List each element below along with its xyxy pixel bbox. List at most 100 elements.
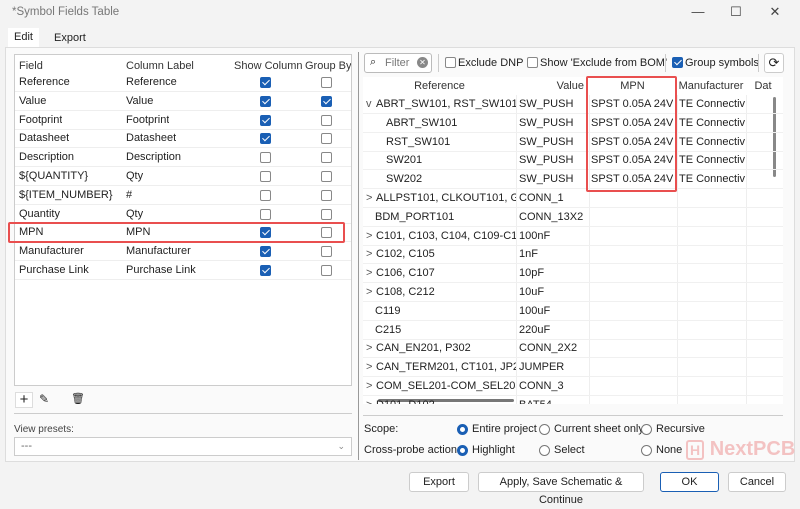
expand-toggle-icon[interactable]: >: [366, 189, 372, 208]
expand-toggle-icon[interactable]: >: [366, 227, 372, 246]
field-row[interactable]: Manufacturer Manufacturer: [15, 242, 351, 262]
grid-row[interactable]: > C101, C103, C104, C109-C118, C2100nF: [363, 227, 783, 246]
grid-header-manufacturer[interactable]: Manufacturer: [677, 77, 745, 96]
add-field-button[interactable]: +: [15, 392, 33, 408]
expand-toggle-icon[interactable]: >: [366, 377, 372, 396]
symbols-grid[interactable]: Reference Value MPN Manufacturer Dat ^ v…: [363, 77, 783, 404]
grid-row[interactable]: > C108, C212 10uF: [363, 283, 783, 302]
splitter[interactable]: [358, 52, 359, 460]
field-row[interactable]: Reference Reference: [15, 73, 351, 92]
export-button[interactable]: Export: [409, 472, 469, 492]
group-by-checkbox[interactable]: [321, 77, 332, 88]
cancel-button[interactable]: Cancel: [728, 472, 786, 492]
crossprobe-radio[interactable]: [457, 445, 468, 456]
column-label[interactable]: Purchase Link: [126, 261, 196, 280]
column-label[interactable]: Reference: [126, 73, 177, 92]
field-row[interactable]: Quantity Qty: [15, 205, 351, 224]
show-column-checkbox[interactable]: [260, 152, 271, 164]
grid-header-value[interactable]: Value: [516, 77, 588, 96]
column-label[interactable]: Value: [126, 92, 153, 111]
group-symbols-checkbox[interactable]: [672, 57, 683, 68]
show-column-checkbox[interactable]: [260, 246, 271, 258]
group-by-checkbox[interactable]: [321, 133, 332, 145]
field-row[interactable]: Value Value: [15, 92, 351, 111]
crossprobe-radio[interactable]: [539, 445, 550, 456]
column-label[interactable]: Footprint: [126, 111, 169, 130]
fields-table[interactable]: Field Column Label Show Column Group By …: [14, 54, 352, 386]
grid-row[interactable]: BDM_PORT101 CONN_13X2: [363, 208, 783, 227]
grid-row[interactable]: ABRT_SW101 SW_PUSH SPST 0.05A 24V TE Connec…: [363, 114, 783, 133]
minimize-button[interactable]: —: [688, 4, 708, 19]
column-label[interactable]: #: [126, 186, 132, 205]
tab-edit[interactable]: Edit: [8, 28, 39, 48]
grid-row[interactable]: C119 100uF: [363, 302, 783, 321]
delete-field-button[interactable]: 🗑: [71, 392, 85, 405]
show-column-checkbox[interactable]: [260, 171, 271, 182]
grid-row[interactable]: > CAN_TERM201, CT101, JP201, VEJUMPER: [363, 358, 783, 378]
group-by-checkbox[interactable]: [321, 114, 332, 126]
apply-save-button[interactable]: Apply, Save Schematic & Continue: [478, 472, 644, 506]
grid-header-datasheet[interactable]: Dat: [748, 77, 778, 96]
crossprobe-radio[interactable]: [641, 445, 652, 456]
scope-radio[interactable]: [641, 424, 652, 435]
maximize-button[interactable]: ☐: [726, 4, 746, 20]
edit-field-button[interactable]: ✎: [39, 392, 49, 406]
show-column-checkbox[interactable]: [260, 114, 271, 126]
field-row[interactable]: Purchase Link Purchase Link: [15, 261, 351, 280]
group-by-checkbox[interactable]: [321, 171, 332, 182]
expand-toggle-icon[interactable]: >: [366, 245, 372, 264]
field-row[interactable]: Footprint Footprint: [15, 111, 351, 130]
group-by-checkbox[interactable]: [321, 95, 332, 107]
column-label[interactable]: Description: [126, 148, 181, 167]
field-row[interactable]: Description Description: [15, 148, 351, 168]
grid-row[interactable]: > CAN_EN201, P302 CONN_2X2: [363, 339, 783, 359]
expand-toggle-icon[interactable]: >: [366, 358, 372, 377]
group-by-checkbox[interactable]: [321, 152, 332, 164]
field-row[interactable]: Datasheet Datasheet: [15, 129, 351, 149]
grid-row[interactable]: SW201SW_PUSHSPST 0.05A 24VTE Connectivit…: [363, 151, 783, 171]
show-excluded-checkbox[interactable]: [527, 57, 538, 68]
grid-row[interactable]: SW202SW_PUSHSPST 0.05A 24VTE Connectivit…: [363, 170, 783, 190]
group-by-checkbox[interactable]: [321, 246, 332, 258]
view-presets-select[interactable]: --- ⌄: [14, 437, 352, 456]
clear-filter-icon[interactable]: ✕: [417, 57, 428, 68]
reference-cell: C119: [375, 304, 401, 317]
column-label[interactable]: Qty: [126, 205, 143, 224]
show-column-checkbox[interactable]: [260, 265, 271, 276]
ok-button[interactable]: OK: [660, 472, 719, 492]
expand-toggle-icon[interactable]: >: [366, 283, 372, 302]
expand-toggle-icon[interactable]: v: [366, 95, 372, 114]
show-column-checkbox[interactable]: [260, 189, 271, 201]
refresh-icon[interactable]: ⟳: [764, 53, 784, 73]
column-label[interactable]: Qty: [126, 167, 143, 186]
grid-row[interactable]: RST_SW101 SW_PUSH SPST 0.05A 24V TE Connect…: [363, 133, 783, 152]
expand-toggle-icon[interactable]: >: [366, 396, 372, 404]
show-column-checkbox[interactable]: [260, 77, 271, 88]
column-label[interactable]: Manufacturer: [126, 242, 191, 261]
exclude-dnp-checkbox[interactable]: [445, 57, 456, 68]
grid-row[interactable]: > COM_SEL201-COM_SEL203 CONN_3: [363, 377, 783, 396]
value-cell: SW_PUSH: [519, 173, 574, 186]
grid-row[interactable]: > C106, C107 10pF: [363, 264, 783, 284]
close-button[interactable]: ✕: [765, 4, 785, 20]
show-column-checkbox[interactable]: [260, 133, 271, 145]
scope-radio[interactable]: [539, 424, 550, 435]
show-column-checkbox[interactable]: [260, 208, 271, 220]
filter-input[interactable]: ⌕ Filter ✕: [364, 53, 432, 73]
grid-row[interactable]: > C102, C105 1nF: [363, 245, 783, 265]
group-by-checkbox[interactable]: [321, 265, 332, 276]
field-row[interactable]: ${ITEM_NUMBER} #: [15, 186, 351, 205]
column-label[interactable]: Datasheet: [126, 129, 176, 148]
field-row[interactable]: ${QUANTITY} Qty: [15, 167, 351, 186]
expand-toggle-icon[interactable]: >: [366, 264, 372, 283]
show-column-checkbox[interactable]: [260, 95, 271, 107]
group-by-checkbox[interactable]: [321, 189, 332, 201]
scope-radio[interactable]: [457, 424, 468, 435]
group-by-checkbox[interactable]: [321, 208, 332, 220]
grid-row[interactable]: v ABRT_SW101, RST_SW101, SW201, SW202SW_P…: [363, 95, 783, 114]
grid-row[interactable]: C215 220uF: [363, 321, 783, 340]
tab-export[interactable]: Export: [48, 32, 92, 48]
grid-row[interactable]: > ALLPST101, CLKOUT101, GND101CONN_1: [363, 189, 783, 208]
grid-row[interactable]: > D101, D102BAT54: [363, 396, 783, 404]
expand-toggle-icon[interactable]: >: [366, 339, 372, 358]
